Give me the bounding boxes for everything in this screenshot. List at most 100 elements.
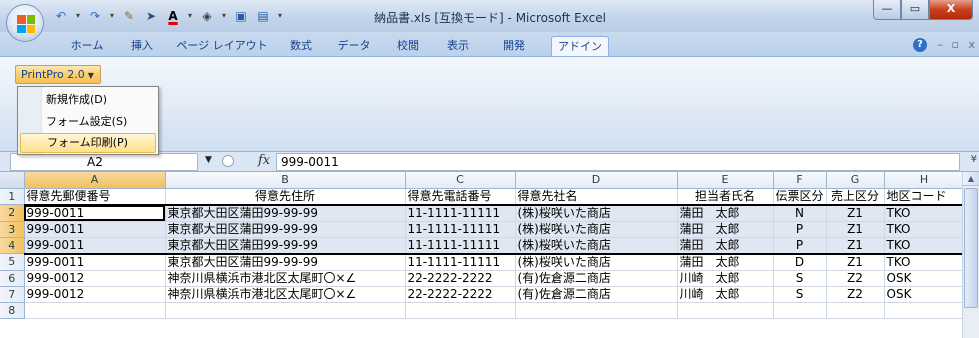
data-cell[interactable]: 999-0011 [24, 237, 166, 255]
data-cell[interactable]: 神奈川県横浜市港北区太尾町〇×∠ [165, 286, 406, 303]
data-cell[interactable]: (株)桜咲いた商店 [515, 253, 678, 271]
data-cell[interactable]: 川崎 太郎 [677, 286, 774, 303]
data-cell[interactable]: Z1 [826, 203, 885, 222]
redo-dropdown-icon[interactable]: ▾ [108, 8, 116, 24]
active-cell[interactable]: 999-0011 [24, 203, 166, 222]
tab-data[interactable]: データ [330, 36, 378, 56]
menu-item-new[interactable]: 新規作成(D) [20, 90, 156, 110]
tab-review[interactable]: 校閲 [388, 36, 428, 56]
row-header[interactable]: 3 [0, 221, 25, 238]
header-cell[interactable]: 売上区分 [826, 188, 885, 205]
undo-dropdown-icon[interactable]: ▾ [74, 8, 82, 24]
redo-icon[interactable]: ↷ [86, 8, 104, 24]
customize-qat-icon[interactable]: ▾ [276, 8, 284, 24]
data-cell[interactable]: Z2 [826, 270, 885, 287]
data-cell[interactable]: (有)佐倉源二商店 [515, 270, 678, 287]
column-header[interactable]: H [884, 172, 965, 189]
row-header[interactable]: 1 [0, 188, 25, 205]
fill-color-dropdown-icon[interactable]: ▾ [220, 8, 228, 24]
workbook-restore-button[interactable]: ▫ [952, 38, 959, 51]
column-header[interactable]: G [826, 172, 885, 189]
scrollbar-thumb[interactable] [964, 188, 978, 308]
workbook-minimize-button[interactable]: – [938, 38, 944, 51]
undo-icon[interactable]: ↶ [52, 8, 70, 24]
header-cell[interactable]: 得意先郵便番号 [24, 188, 166, 205]
menu-item-form-print[interactable]: フォーム印刷(P) [20, 133, 156, 153]
data-cell[interactable]: 11-1111-11111 [405, 221, 516, 238]
header-cell[interactable]: 地区コード [884, 188, 965, 205]
data-cell[interactable] [165, 302, 406, 319]
cursor-icon[interactable]: ➤ [142, 8, 160, 24]
data-cell[interactable]: TKO [884, 253, 965, 271]
format-painter-icon[interactable]: ✎ [120, 8, 138, 24]
data-cell[interactable]: TKO [884, 237, 965, 255]
column-header[interactable]: B [165, 172, 406, 189]
tab-home[interactable]: ホーム [62, 36, 112, 56]
restore-button[interactable]: ▭ [901, 0, 929, 20]
tab-view[interactable]: 表示 [438, 36, 478, 56]
fill-color-icon[interactable]: ◈ [198, 8, 216, 24]
data-cell[interactable]: 11-1111-11111 [405, 253, 516, 271]
formula-input[interactable]: 999-0011 [276, 153, 960, 171]
data-cell[interactable] [773, 302, 827, 319]
data-cell[interactable]: Z2 [826, 286, 885, 303]
data-cell[interactable]: Z1 [826, 237, 885, 255]
column-header[interactable]: D [515, 172, 678, 189]
data-cell[interactable]: TKO [884, 221, 965, 238]
name-box-dropdown-icon[interactable]: ▼ [205, 155, 212, 165]
name-box[interactable]: A2 [10, 153, 198, 171]
data-cell[interactable]: 東京都大田区蒲田99-99-99 [165, 237, 406, 255]
workbook-close-button[interactable]: x [968, 38, 975, 51]
data-cell[interactable]: Z1 [826, 253, 885, 271]
data-cell[interactable] [826, 302, 885, 319]
data-cell[interactable]: 東京都大田区蒲田99-99-99 [165, 253, 406, 271]
tab-page-layout[interactable]: ページ レイアウト [172, 36, 272, 56]
data-cell[interactable] [405, 302, 516, 319]
menu-item-form-settings[interactable]: フォーム設定(S) [20, 112, 156, 132]
expand-formula-bar-icon[interactable]: ¥ [971, 154, 977, 165]
data-cell[interactable]: (株)桜咲いた商店 [515, 237, 678, 255]
header-cell[interactable]: 担当者氏名 [677, 188, 774, 205]
column-header[interactable]: E [677, 172, 774, 189]
close-button[interactable]: X [929, 0, 973, 20]
data-cell[interactable]: 11-1111-11111 [405, 237, 516, 255]
tab-addins[interactable]: アドイン [551, 36, 609, 56]
data-cell[interactable]: 999-0011 [24, 253, 166, 271]
tab-insert[interactable]: 挿入 [122, 36, 162, 56]
data-cell[interactable]: 999-0011 [24, 221, 166, 238]
column-header[interactable]: A [24, 172, 166, 189]
data-cell[interactable]: 22-2222-2222 [405, 270, 516, 287]
header-cell[interactable]: 得意先社名 [515, 188, 678, 205]
row-header[interactable]: 6 [0, 270, 25, 287]
data-cell[interactable]: 東京都大田区蒲田99-99-99 [165, 203, 406, 222]
row-header[interactable]: 8 [0, 302, 25, 319]
data-cell[interactable]: 蒲田 太郎 [677, 221, 774, 238]
tab-developer[interactable]: 開発 [494, 36, 534, 56]
font-color-icon[interactable]: A [164, 8, 182, 24]
data-cell[interactable] [24, 302, 166, 319]
data-cell[interactable]: (株)桜咲いた商店 [515, 221, 678, 238]
data-cell[interactable] [515, 302, 678, 319]
tab-formulas[interactable]: 数式 [282, 36, 320, 56]
vertical-scrollbar[interactable]: ▲ [962, 172, 979, 338]
minimize-button[interactable]: — [873, 0, 901, 20]
row-header[interactable]: 2 [0, 204, 25, 222]
data-cell[interactable]: 999-0012 [24, 270, 166, 287]
data-cell[interactable]: (株)桜咲いた商店 [515, 203, 678, 222]
insert-function-icon[interactable]: fx [258, 153, 270, 168]
data-cell[interactable]: 蒲田 太郎 [677, 203, 774, 222]
data-cell[interactable] [677, 302, 774, 319]
data-cell[interactable]: Z1 [826, 221, 885, 238]
office-button[interactable] [6, 4, 44, 42]
data-cell[interactable]: 999-0012 [24, 286, 166, 303]
data-cell[interactable]: 神奈川県横浜市港北区太尾町〇×∠ [165, 270, 406, 287]
scroll-up-icon[interactable]: ▲ [963, 172, 979, 186]
save-icon[interactable]: ▣ [232, 8, 250, 24]
data-cell[interactable]: S [773, 286, 827, 303]
print-preview-icon[interactable]: ▤ [254, 8, 272, 24]
data-cell[interactable]: OSK [884, 286, 965, 303]
header-cell[interactable]: 得意先電話番号 [405, 188, 516, 205]
row-header[interactable]: 7 [0, 286, 25, 303]
data-cell[interactable]: D [773, 253, 827, 271]
data-cell[interactable]: N [773, 203, 827, 222]
